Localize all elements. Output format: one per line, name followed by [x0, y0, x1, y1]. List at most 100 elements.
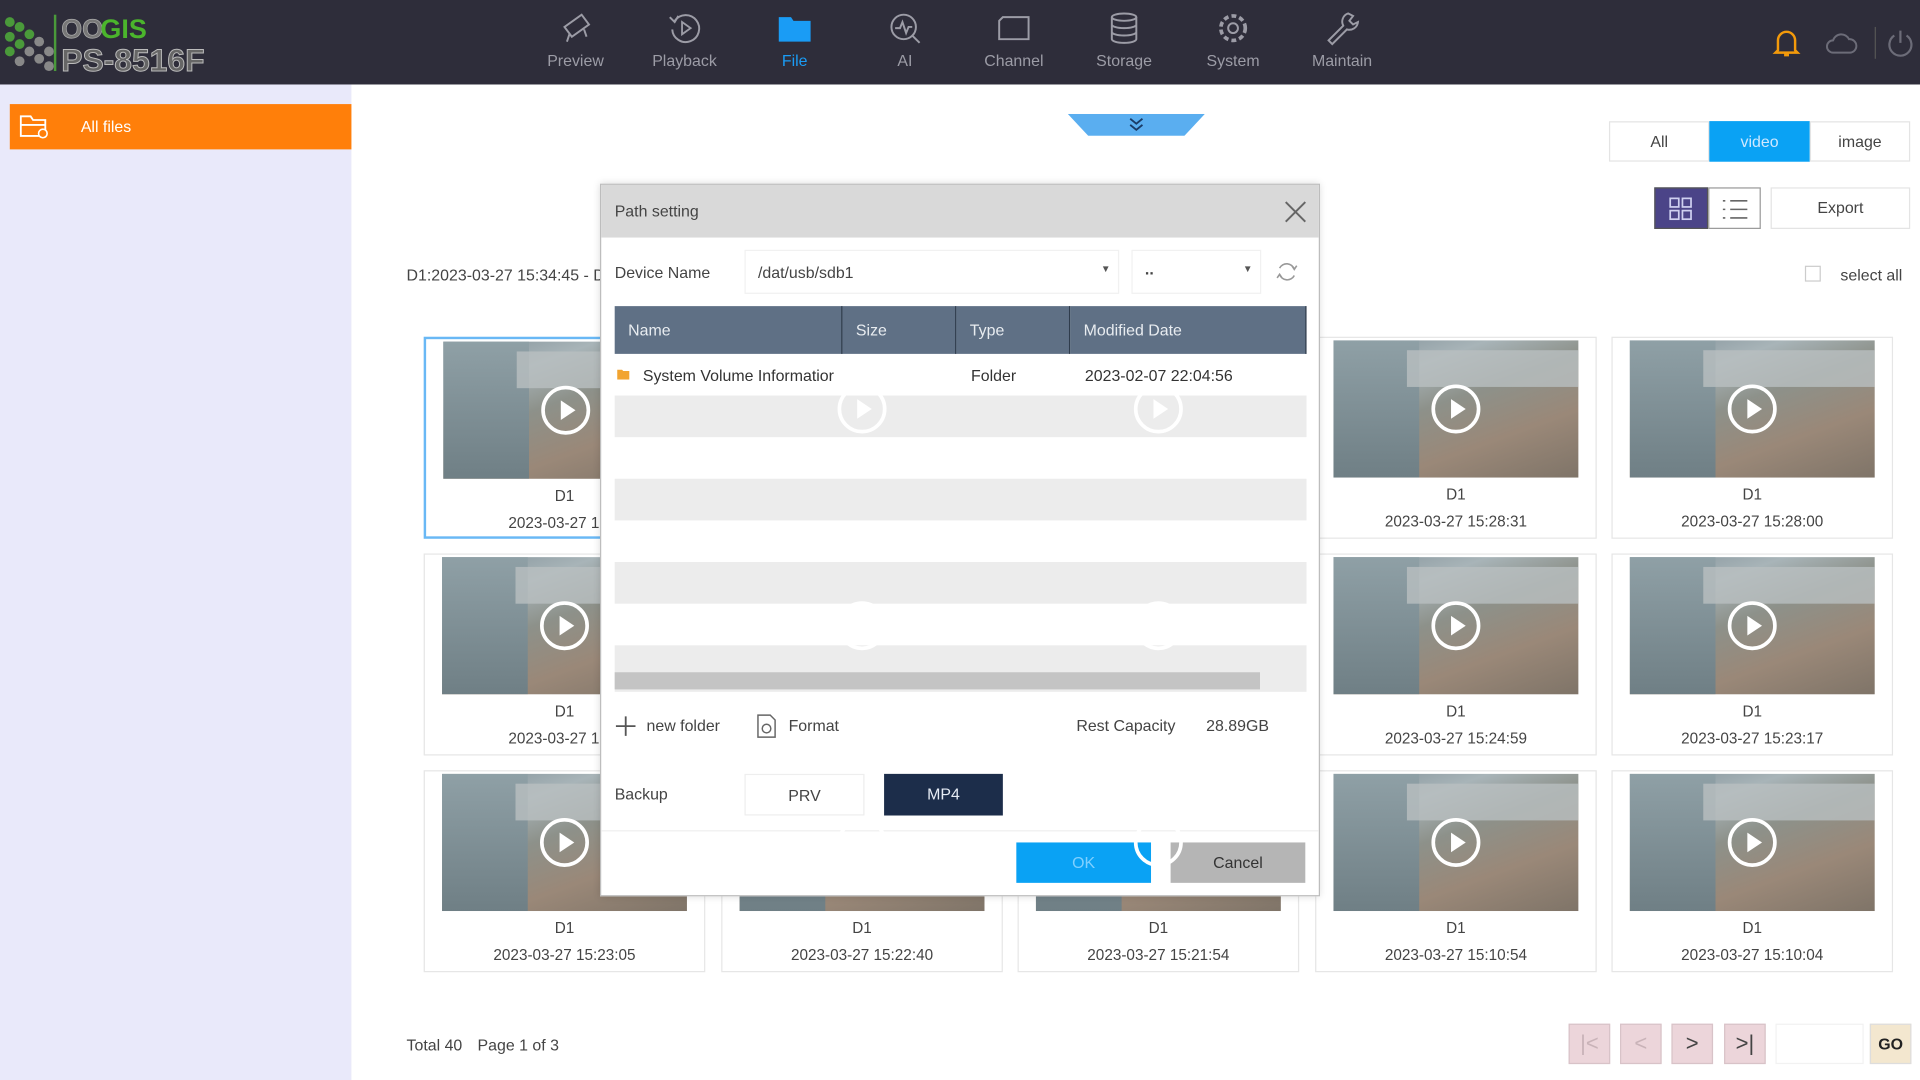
divider — [1874, 26, 1876, 59]
play-icon[interactable] — [1133, 817, 1183, 867]
playback-icon — [669, 14, 701, 44]
device-name-select[interactable]: /dat/usb/sdb1 ▼ — [744, 249, 1120, 294]
play-icon[interactable] — [1133, 384, 1183, 434]
nav-label: AI — [897, 51, 913, 70]
nav-label: Playback — [652, 51, 717, 70]
card-date: 2023-03-27 15:23:05 — [493, 946, 636, 964]
export-button[interactable]: Export — [1770, 187, 1911, 229]
last-page-button[interactable]: >| — [1724, 1023, 1766, 1065]
ok-button[interactable]: OK — [1016, 842, 1152, 883]
collapse-toggle[interactable] — [1067, 113, 1205, 136]
card-date: 2023-03-27 15:23:17 — [1681, 729, 1824, 747]
column-modified-date[interactable]: Modified Date — [1070, 306, 1307, 354]
nav-playback[interactable]: Playback — [636, 0, 734, 84]
play-icon[interactable] — [541, 385, 591, 435]
play-icon[interactable] — [1727, 384, 1777, 434]
play-icon[interactable] — [837, 817, 887, 867]
video-card[interactable]: D1 2023-03-27 15:28:00 — [1611, 336, 1894, 539]
grid-view-button[interactable] — [1654, 187, 1709, 229]
card-channel: D1 — [1446, 919, 1466, 937]
divider — [601, 830, 1319, 832]
card-date: 2023-03-27 15:24:59 — [1384, 729, 1527, 747]
format-button[interactable]: Format — [757, 714, 855, 738]
file-type: Folder — [971, 366, 1017, 385]
play-icon[interactable] — [1727, 601, 1777, 651]
format-label: Format — [788, 716, 839, 735]
play-icon[interactable] — [1431, 601, 1481, 651]
play-icon[interactable] — [837, 384, 887, 434]
nav-storage[interactable]: Storage — [1075, 0, 1173, 84]
card-date: 2023-03-27 15:22:40 — [790, 946, 934, 964]
device-name-label: Device Name — [614, 263, 711, 282]
prev-page-button[interactable]: < — [1620, 1023, 1662, 1065]
subfolder-select[interactable]: .. ▼ — [1131, 249, 1262, 294]
video-card[interactable]: D1 2023-03-27 15:10:04 — [1611, 770, 1894, 973]
cancel-button[interactable]: Cancel — [1170, 842, 1306, 883]
video-thumbnail — [1333, 773, 1579, 912]
new-folder-label: new folder — [646, 716, 720, 735]
sidebar — [0, 84, 352, 1080]
horizontal-scrollbar[interactable] — [614, 672, 1261, 690]
play-icon[interactable] — [1133, 601, 1183, 651]
nav-file[interactable]: File — [746, 0, 844, 84]
play-icon[interactable] — [540, 601, 589, 651]
filter-video[interactable]: video — [1709, 121, 1810, 162]
dropdown-arrow-icon: ▼ — [1242, 263, 1253, 275]
column-size[interactable]: Size — [842, 306, 957, 354]
nav-channel[interactable]: Channel — [965, 0, 1063, 84]
power-icon[interactable] — [1886, 27, 1915, 59]
column-name[interactable]: Name — [614, 306, 843, 354]
play-icon[interactable] — [837, 601, 887, 651]
bell-icon[interactable] — [1772, 27, 1801, 59]
play-icon[interactable] — [540, 817, 589, 867]
list-view-button[interactable] — [1708, 187, 1761, 229]
folder-icon — [617, 369, 630, 380]
svg-text:GIS: GIS — [100, 14, 146, 44]
plus-icon — [615, 716, 636, 736]
nav-label: Channel — [984, 51, 1044, 70]
video-card[interactable]: D1 2023-03-27 15:23:17 — [1611, 553, 1894, 756]
nav-label: Preview — [547, 51, 604, 70]
backup-prv-button[interactable]: PRV — [744, 773, 865, 816]
nav-preview[interactable]: Preview — [527, 0, 625, 84]
nav-ai[interactable]: AI — [856, 0, 954, 84]
nav-maintain[interactable]: Maintain — [1293, 0, 1391, 84]
close-icon[interactable] — [1283, 200, 1307, 224]
channel-icon — [998, 16, 1030, 41]
nav-label: Storage — [1096, 51, 1152, 70]
grid-icon — [1669, 197, 1692, 221]
first-page-button[interactable]: |< — [1568, 1023, 1611, 1065]
video-thumbnail — [1629, 557, 1875, 695]
play-icon[interactable] — [1727, 817, 1777, 867]
refresh-icon[interactable] — [1275, 260, 1299, 284]
page-input[interactable] — [1775, 1023, 1864, 1065]
page-indicator: Page 1 of 3 — [477, 1035, 559, 1055]
svg-text:PS-8516F: PS-8516F — [61, 42, 204, 76]
filter-image[interactable]: image — [1809, 121, 1911, 162]
column-type[interactable]: Type — [956, 306, 1071, 354]
filter-all[interactable]: All — [1608, 121, 1710, 162]
nav-system[interactable]: System — [1184, 0, 1282, 84]
video-thumbnail — [1333, 557, 1579, 695]
backup-mp4-button[interactable]: MP4 — [884, 773, 1003, 816]
file-row[interactable]: System Volume Informatior Folder 2023-02… — [615, 354, 1307, 396]
card-channel: D1 — [1742, 486, 1763, 504]
next-page-button[interactable]: > — [1671, 1023, 1714, 1065]
sidebar-item-all-files[interactable]: All files — [9, 104, 352, 150]
select-all-checkbox[interactable] — [1804, 265, 1821, 282]
play-icon[interactable] — [1431, 817, 1481, 867]
video-card[interactable]: D1 2023-03-27 15:24:59 — [1315, 553, 1597, 756]
chevron-down-icon — [1129, 118, 1144, 131]
go-button[interactable]: GO — [1869, 1023, 1912, 1065]
file-modified: 2023-02-07 22:04:56 — [1084, 366, 1233, 385]
cloud-icon[interactable] — [1824, 29, 1858, 56]
path-setting-dialog: Path setting Device Name /dat/usb/sdb1 ▼… — [600, 183, 1321, 897]
card-date: 2023-03-27 15:10:04 — [1681, 946, 1824, 964]
card-date: 2023-03-27 15:10:54 — [1384, 946, 1527, 964]
video-card[interactable]: D1 2023-03-27 15:28:31 — [1315, 336, 1597, 539]
top-bar: OO GIS PS-8516F Preview Playback File AI… — [0, 0, 1920, 85]
video-card[interactable]: D1 2023-03-27 15:10:54 — [1315, 770, 1597, 973]
play-icon[interactable] — [1431, 384, 1481, 434]
video-thumbnail — [1333, 340, 1579, 478]
dropdown-arrow-icon: ▼ — [1100, 263, 1111, 275]
